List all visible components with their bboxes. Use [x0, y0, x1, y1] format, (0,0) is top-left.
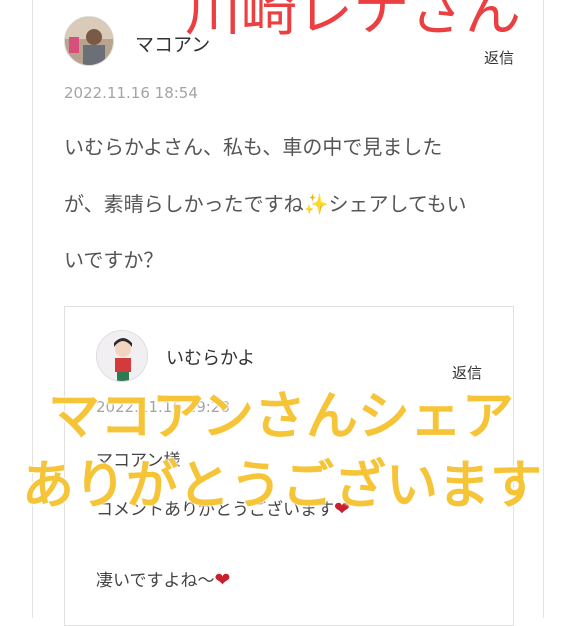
comment-text-line: が、素晴らしかったですね✨シェアしてもい: [64, 188, 467, 217]
reply-author[interactable]: いむらかよ: [166, 344, 255, 370]
user-photo-icon: [65, 17, 113, 65]
red-heart-icon: ❤: [214, 569, 231, 591]
reply-button[interactable]: 返信: [484, 47, 514, 68]
reply-text-segment: 凄いですよね〜: [96, 571, 215, 591]
comment-date: 2022.11.16 18:54: [64, 84, 198, 102]
comment-text-segment: シェアしてもい: [328, 192, 467, 216]
comment-text-line: いむらかよさん、私も、車の中で見ました: [64, 135, 443, 159]
overlay-caption-line1: マコアンさんシェア: [48, 387, 514, 447]
sparkles-icon: ✨: [303, 192, 329, 216]
avatar[interactable]: [64, 16, 114, 66]
reply-text-line: 凄いですよね〜❤: [96, 566, 230, 591]
comment-text-segment: が、素晴らしかったですね: [64, 192, 304, 216]
overlay-caption-top: 川崎レナさん: [185, 0, 521, 44]
overlay-caption-line2: ありがとうございます: [22, 456, 543, 516]
comment-text-line: いですか？: [64, 248, 164, 272]
